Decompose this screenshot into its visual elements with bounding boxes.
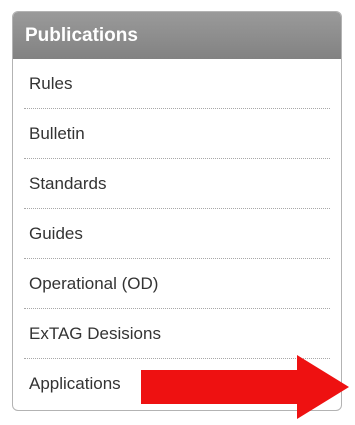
red-arrow-icon [141, 355, 349, 419]
publications-panel: Publications Rules Bulletin Standards Gu… [12, 11, 342, 411]
menu-item-extag-desisions[interactable]: ExTAG Desisions [24, 309, 330, 359]
panel-title: Publications [13, 12, 341, 59]
menu-item-standards[interactable]: Standards [24, 159, 330, 209]
menu-item-operational[interactable]: Operational (OD) [24, 259, 330, 309]
menu-item-guides[interactable]: Guides [24, 209, 330, 259]
menu-item-rules[interactable]: Rules [24, 59, 330, 109]
menu-item-bulletin[interactable]: Bulletin [24, 109, 330, 159]
